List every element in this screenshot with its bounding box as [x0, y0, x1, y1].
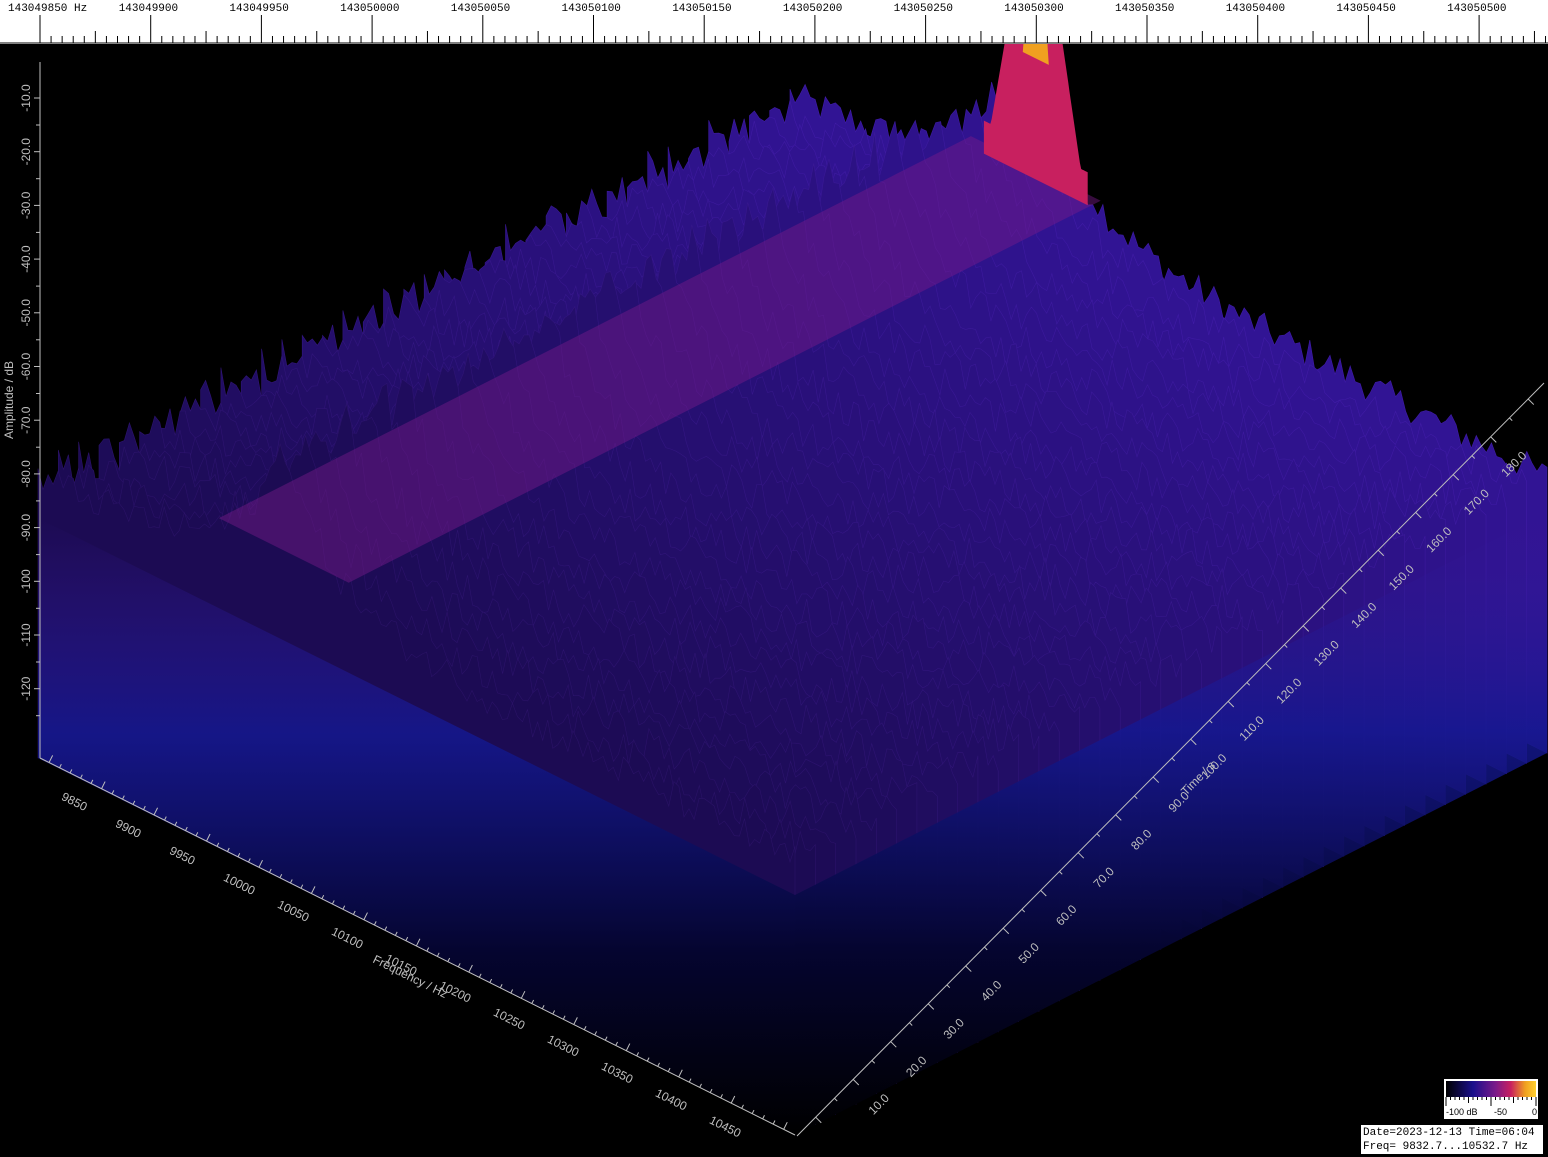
- info-frequency-range: Freq= 9832.7...10532.7 Hz: [1363, 1141, 1529, 1153]
- colorbar-label-min: -100 dB: [1446, 1107, 1478, 1117]
- colorbar-label-max: 0: [1532, 1107, 1538, 1117]
- amplitude-tick-label: -30.0: [19, 191, 33, 219]
- spectrum-surface: [37, 64, 1548, 1155]
- amplitude-tick-label: -120: [19, 676, 33, 700]
- amplitude-tick-label: -90.0: [19, 514, 33, 542]
- ruler-label: 143050450: [1336, 3, 1396, 15]
- info-date-time: Date=2023-12-13 Time=06:04: [1363, 1127, 1535, 1139]
- amplitude-tick-label: -80.0: [19, 460, 33, 488]
- amplitude-axis-label: Amplitude / dB: [2, 361, 16, 439]
- info-panel: Date=2023-12-13 Time=06:04 Freq= 9832.7.…: [1360, 1124, 1544, 1155]
- colorbar-label-mid: -50: [1494, 1107, 1508, 1117]
- ruler-label: 143050100: [561, 3, 621, 15]
- colorbar-gradient: [1446, 1081, 1536, 1097]
- ruler-label: 143050400: [1225, 3, 1286, 15]
- amplitude-tick-label: -10.0: [19, 84, 33, 112]
- ruler-label: 143049900: [118, 3, 179, 15]
- amplitude-tick-label: -60.0: [19, 353, 33, 381]
- colorbar-legend: -100 dB -50 0: [1443, 1078, 1539, 1120]
- amplitude-tick-label: -40.0: [19, 245, 33, 273]
- ruler-label: 143049950: [229, 3, 289, 15]
- ruler-label: 143050350: [1115, 3, 1175, 15]
- time-tick: [1527, 398, 1535, 405]
- ruler-label: 143050300: [1004, 3, 1064, 15]
- ruler-label: 143050200: [782, 3, 843, 15]
- amplitude-tick-label: -50.0: [19, 299, 33, 327]
- frequency-ruler: 143049850 Hz 143049900 143049950 143050000 1…: [0, 0, 1548, 44]
- amplitude-tick-label: -110: [19, 623, 33, 646]
- amplitude-tick-label: -100: [19, 569, 33, 593]
- ruler-label: 143050150: [672, 3, 732, 15]
- ruler-label: 143049850 Hz: [8, 3, 88, 15]
- amplitude-tick-label: -20.0: [19, 138, 33, 166]
- ruler-label: 143050500: [1447, 3, 1507, 15]
- ruler-label: 143050050: [450, 3, 511, 15]
- waterfall-plot: -10.0 -20.0 -30.0 -40.0 -50.0 -60.0 -70.0 -80.0…: [2, 0, 1548, 1155]
- time-tick: [1509, 417, 1513, 422]
- amplitude-tick-label: -70.0: [19, 406, 33, 434]
- time-tick: [1490, 436, 1497, 443]
- ruler-label: 143050000: [340, 3, 400, 15]
- ruler-label: 143050250: [893, 3, 954, 15]
